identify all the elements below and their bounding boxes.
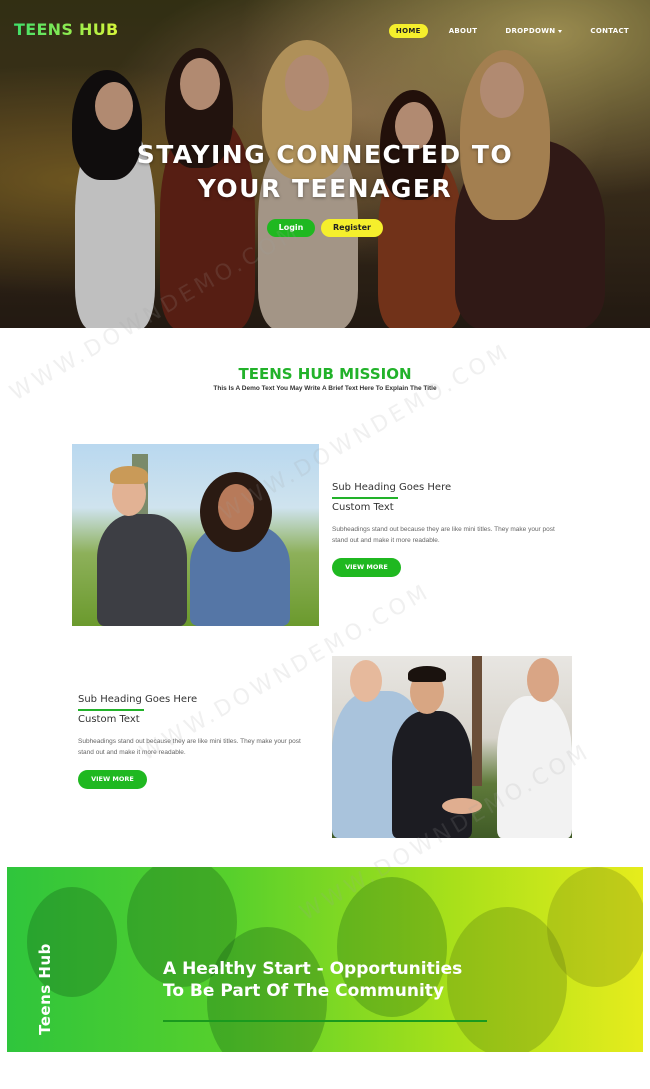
teen-boy-left-face <box>350 660 382 702</box>
teen-boy-shirt <box>97 514 187 626</box>
feature-1-view-more-button[interactable]: VIEW MORE <box>332 558 401 577</box>
hero-title-line2: YOUR TEENAGER <box>197 174 453 203</box>
banner-side-text: Teens Hub <box>36 943 54 1035</box>
page: TEENS HUB HOME ABOUT DROPDOWN CONTACT ST… <box>0 0 650 1089</box>
feature-2-heading: Sub Heading Goes Here <box>78 694 198 705</box>
main-nav: HOME ABOUT DROPDOWN CONTACT <box>388 24 636 38</box>
nav-item-dropdown-label: DROPDOWN <box>505 27 556 35</box>
hero-section: TEENS HUB HOME ABOUT DROPDOWN CONTACT ST… <box>0 0 650 328</box>
feature-1-custom-text: Custom Text <box>332 502 394 513</box>
banner-title-line1: A Healthy Start - Opportunities <box>163 959 463 979</box>
chevron-down-icon <box>558 29 563 33</box>
nav-item-dropdown[interactable]: DROPDOWN <box>498 24 569 38</box>
teen-boy-middle-hair <box>408 666 446 682</box>
register-button[interactable]: Register <box>321 219 383 237</box>
banner-title-line2: To Be Part Of The Community <box>163 981 444 1001</box>
feature-2-body: Subheadings stand out because they are l… <box>78 738 301 756</box>
feature-2-custom-text: Custom Text <box>78 714 140 725</box>
feature-2-view-more-button[interactable]: VIEW MORE <box>78 770 147 789</box>
teen-boy-right-face <box>527 658 559 702</box>
mission-title: TEENS HUB MISSION <box>238 365 412 383</box>
nav-item-about[interactable]: ABOUT <box>442 24 485 38</box>
mission-subtitle: This Is A Demo Text You May Write A Brie… <box>213 385 437 392</box>
feature-2-divider <box>78 709 144 711</box>
tree-trunk <box>472 656 482 786</box>
feature-photo-2 <box>332 656 572 838</box>
nav-item-contact[interactable]: CONTACT <box>583 24 636 38</box>
feature-1-heading: Sub Heading Goes Here <box>332 482 452 493</box>
teen-boy-hair <box>110 466 148 484</box>
nav-item-home[interactable]: HOME <box>388 24 428 38</box>
banner-crowd-shape <box>547 867 643 987</box>
hero-title-line1: STAYING CONNECTED TO <box>136 140 514 169</box>
feature-1-divider <box>332 497 398 499</box>
banner-divider <box>163 1020 487 1022</box>
hero-buttons: Login Register <box>0 219 650 237</box>
hero-title: STAYING CONNECTED TO YOUR TEENAGER <box>0 138 650 206</box>
feature-1-body: Subheadings stand out because they are l… <box>332 526 555 544</box>
banner-title: A Healthy Start - Opportunities To Be Pa… <box>163 958 493 1002</box>
brand-logo[interactable]: TEENS HUB <box>14 20 119 39</box>
